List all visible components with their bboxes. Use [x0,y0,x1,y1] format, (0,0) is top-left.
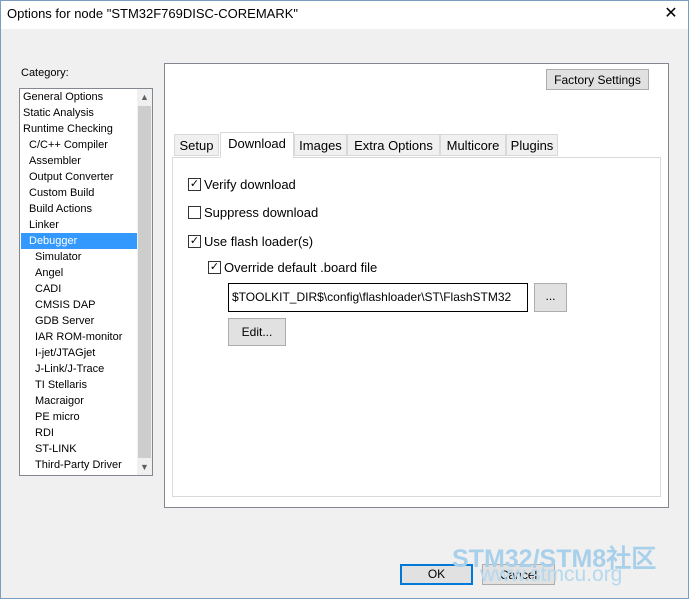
override-board-file-checkbox[interactable]: ✓ [208,261,221,274]
window-title: Options for node "STM32F769DISC-COREMARK… [7,6,298,21]
board-file-path-input[interactable]: $TOOLKIT_DIR$\config\flashloader\ST\Flas… [228,283,528,312]
verify-download-label: Verify download [204,177,296,192]
category-item-i-jet[interactable]: I-jet/JTAGjet [21,345,150,361]
category-item-cadi[interactable]: CADI [21,281,150,297]
category-item-gdb-server[interactable]: GDB Server [21,313,150,329]
category-item-linker[interactable]: Linker [21,217,144,233]
category-item-c-cpp-compiler[interactable]: C/C++ Compiler [21,137,144,153]
category-item-st-link[interactable]: ST-LINK [21,441,150,457]
category-item-simulator[interactable]: Simulator [21,249,150,265]
factory-settings-button[interactable]: Factory Settings [546,69,649,90]
category-item-pe-micro[interactable]: PE micro [21,409,150,425]
category-item-runtime-checking[interactable]: Runtime Checking [21,121,138,137]
category-item-custom-build[interactable]: Custom Build [21,185,144,201]
verify-download-checkbox[interactable]: ✓ [188,178,201,191]
category-item-static-analysis[interactable]: Static Analysis [21,105,138,121]
category-scrollbar[interactable]: ▲ ▼ [137,89,152,475]
category-item-debugger[interactable]: Debugger [21,233,144,249]
category-item-macraigor[interactable]: Macraigor [21,393,150,409]
category-item-angel[interactable]: Angel [21,265,150,281]
category-label: Category: [21,67,69,79]
options-dialog: Options for node "STM32F769DISC-COREMARK… [0,0,689,599]
browse-button[interactable]: ... [534,283,567,312]
watermark-url: www.stmcu.org [480,563,623,586]
scroll-thumb[interactable] [138,106,151,458]
suppress-download-checkbox[interactable] [188,206,201,219]
use-flash-loader-label: Use flash loader(s) [204,234,314,249]
scroll-down-icon[interactable]: ▼ [137,459,152,475]
scroll-up-icon[interactable]: ▲ [137,89,152,105]
tab-multicore[interactable]: Multicore [440,134,506,156]
category-item-iar-rom-monitor[interactable]: IAR ROM-monitor [21,329,150,345]
title-bar: Options for node "STM32F769DISC-COREMARK… [1,1,688,29]
category-list: General Options Static Analysis Runtime … [19,88,153,476]
tab-images[interactable]: Images [294,134,347,156]
category-item-build-actions[interactable]: Build Actions [21,201,144,217]
override-board-file-label: Override default .board file [224,260,378,275]
category-item-ti-stellaris[interactable]: TI Stellaris [21,377,150,393]
use-flash-loader-checkbox[interactable]: ✓ [188,235,201,248]
edit-button[interactable]: Edit... [228,318,286,346]
tab-setup[interactable]: Setup [174,134,219,156]
category-item-assembler[interactable]: Assembler [21,153,144,169]
category-item-rdi[interactable]: RDI [21,425,150,441]
category-item-general-options[interactable]: General Options [21,89,138,105]
suppress-download-label: Suppress download [204,205,319,220]
category-item-j-link[interactable]: J-Link/J-Trace [21,361,150,377]
close-icon[interactable]: ✕ [661,4,681,24]
tab-extra-options[interactable]: Extra Options [347,134,440,156]
category-item-output-converter[interactable]: Output Converter [21,169,144,185]
category-item-third-party-driver[interactable]: Third-Party Driver [21,457,150,473]
tab-download[interactable]: Download [220,132,294,158]
tab-plugins[interactable]: Plugins [506,134,558,156]
category-item-cmsis-dap[interactable]: CMSIS DAP [21,297,150,313]
